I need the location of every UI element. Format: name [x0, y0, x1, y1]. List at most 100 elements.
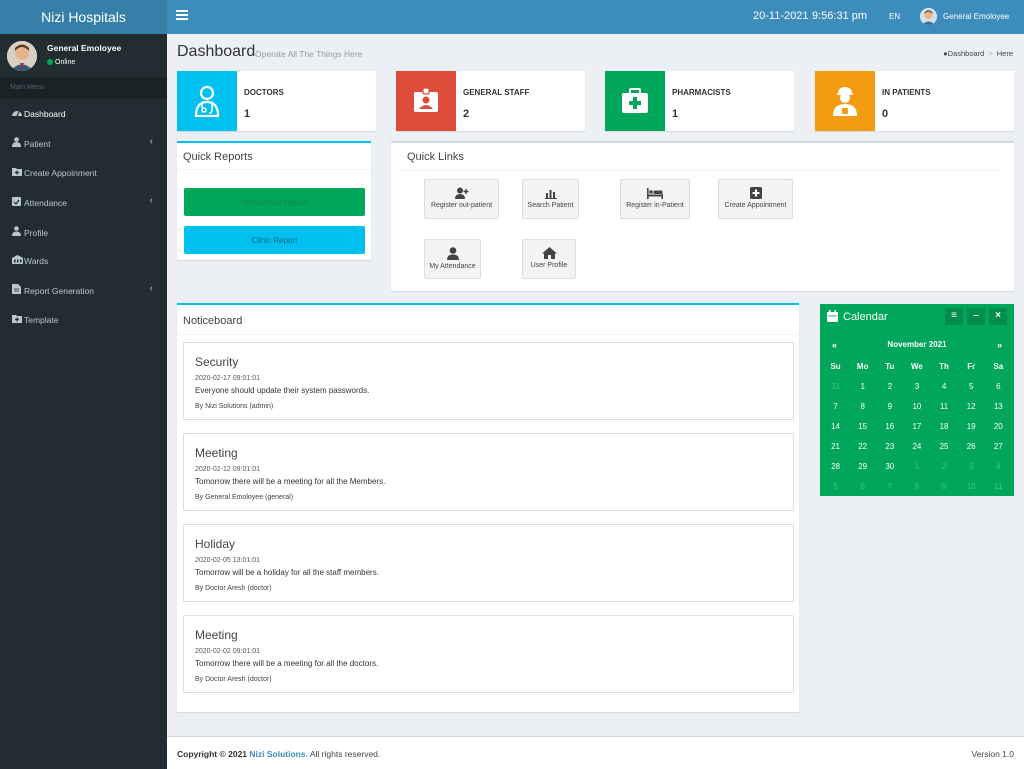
user-injured-icon	[12, 137, 22, 149]
folder-plus-icon	[12, 314, 22, 325]
calendar-weekday: Tu	[885, 362, 895, 371]
app-logo[interactable]: Nizi Hospitals	[0, 0, 167, 34]
header-avatar[interactable]	[920, 8, 937, 25]
calendar-day[interactable]: 5	[958, 377, 985, 397]
calendar-day[interactable]: 3	[903, 377, 930, 397]
tile-label: Register out-patient	[430, 202, 493, 209]
quick-reports-title: Quick Reports	[183, 151, 253, 163]
sidebar-item-create-appoinment[interactable]: Create Appoinment	[0, 158, 167, 187]
calendar-day[interactable]: 18	[931, 417, 958, 437]
calendar-day[interactable]: 19	[958, 417, 985, 437]
calendar-day[interactable]: 28	[822, 457, 849, 477]
info-box-pharmacists: PHARMACISTS 1	[605, 71, 794, 131]
info-box-label: DOCTORS	[244, 88, 284, 97]
calendar-collapse-button[interactable]: –	[967, 308, 985, 325]
language-selector[interactable]: EN	[889, 12, 900, 21]
calendar-day[interactable]: 8	[903, 477, 930, 497]
calendar-month[interactable]: November 2021	[820, 340, 1014, 349]
sidebar-item-wards[interactable]: Wards	[0, 246, 167, 275]
calendar-day[interactable]: 16	[876, 417, 903, 437]
notice-timestamp: 2020-02-12 09:01:01	[195, 466, 260, 473]
calendar-day[interactable]: 4	[985, 457, 1012, 477]
sidebar-item-dashboard[interactable]: Dashboard	[0, 99, 167, 128]
breadcrumb-dashboard[interactable]: Dashboard	[948, 49, 985, 58]
quick-links-title: Quick Links	[407, 151, 464, 163]
calendar-day[interactable]: 25	[931, 437, 958, 457]
calendar-day[interactable]: 3	[958, 457, 985, 477]
sidebar-item-patient[interactable]: Patient ‹	[0, 128, 167, 157]
calendar-day[interactable]: 9	[876, 397, 903, 417]
calendar-day[interactable]: 10	[958, 477, 985, 497]
page-title: Dashboard	[177, 43, 256, 60]
header-user-name[interactable]: General Emoloyee	[943, 12, 1009, 21]
calendar-day[interactable]: 30	[876, 457, 903, 477]
calendar-day[interactable]: 11	[985, 477, 1012, 497]
calendar-day[interactable]: 26	[958, 437, 985, 457]
calendar-day[interactable]: 29	[849, 457, 876, 477]
calendar-day[interactable]: 7	[822, 397, 849, 417]
calendar-day[interactable]: 5	[822, 477, 849, 497]
calendar-day[interactable]: 2	[876, 377, 903, 397]
breadcrumb-here: Here	[996, 49, 1013, 58]
sidebar-item-profile[interactable]: Profile	[0, 217, 167, 246]
calendar-day[interactable]: 17	[903, 417, 930, 437]
calendar-day[interactable]: 6	[985, 377, 1012, 397]
calendar-day[interactable]: 4	[931, 377, 958, 397]
dashboard-icon	[12, 108, 22, 119]
sidebar-item-label: Report Generation	[24, 286, 94, 297]
register-in-patient-tile[interactable]: Register in-Patient	[620, 179, 690, 219]
top-navbar: Nizi Hospitals 20-11-2021 9:56:31 pm EN …	[0, 0, 1024, 34]
calendar-day[interactable]: 1	[849, 377, 876, 397]
calendar-day[interactable]: 7	[876, 477, 903, 497]
register-out-patient-tile[interactable]: Register out-patient	[424, 179, 499, 219]
calendar-day[interactable]: 2	[931, 457, 958, 477]
calendar-menu-button[interactable]: ≡	[945, 308, 963, 325]
create-appointment-tile[interactable]: Create Appointment	[718, 179, 793, 219]
notice-title: Holiday	[195, 537, 236, 551]
calendar-day[interactable]: 6	[849, 477, 876, 497]
notice-card: Meeting 2020-02-02 09:01:01 Tomorrow there…	[183, 615, 794, 693]
calendar-day[interactable]: 27	[985, 437, 1012, 457]
calendar-day[interactable]: 14	[822, 417, 849, 437]
calendar-day[interactable]: 11	[931, 397, 958, 417]
copyright-suffix: All rights reserved.	[309, 749, 381, 759]
calendar-day[interactable]: 1	[903, 457, 930, 477]
quick-reports-box: Quick Reports Attendance Report Clinic R…	[177, 141, 371, 260]
calendar-next-button[interactable]: »	[997, 340, 1002, 350]
search-patient-tile[interactable]: Search Patient	[522, 179, 579, 219]
chevron-left-icon: ‹	[149, 283, 153, 295]
calendar-day[interactable]: 22	[849, 437, 876, 457]
sidebar-item-report-generation[interactable]: Report Generation ‹	[0, 275, 167, 304]
clinic-report-button[interactable]: Clinic Report	[184, 226, 365, 254]
my-attendance-tile[interactable]: My Attendance	[424, 239, 481, 279]
info-box-label: GENERAL STAFF	[463, 88, 530, 97]
sidebar-item-attendance[interactable]: Attendance ‹	[0, 187, 167, 216]
user-profile-tile[interactable]: User Profile	[522, 239, 576, 279]
calendar-title: Calendar	[843, 311, 888, 323]
sidebar-item-template[interactable]: Template	[0, 305, 167, 334]
info-box-value: 2	[463, 108, 470, 120]
attendance-report-button[interactable]: Attendance Report	[184, 188, 365, 216]
user-icon	[12, 225, 22, 238]
calendar-day[interactable]: 23	[876, 437, 903, 457]
sidebar-item-label: Create Appoinment	[24, 167, 97, 178]
calendar-close-button[interactable]: ×	[989, 308, 1007, 325]
calendar-day[interactable]: 9	[931, 477, 958, 497]
info-box-general-staff: GENERAL STAFF 2	[396, 71, 585, 131]
calendar-day[interactable]: 15	[849, 417, 876, 437]
online-status: Online	[47, 59, 75, 66]
calendar-day[interactable]: 13	[985, 397, 1012, 417]
calendar-day[interactable]: 24	[903, 437, 930, 457]
sidebar-toggle-icon[interactable]	[176, 10, 188, 22]
company-link[interactable]: Nizi Solutions.	[249, 749, 308, 759]
calendar-day[interactable]: 8	[849, 397, 876, 417]
calendar-day[interactable]: 20	[985, 417, 1012, 437]
calendar-day[interactable]: 21	[822, 437, 849, 457]
calendar-day[interactable]: 31	[822, 377, 849, 397]
calendar-day[interactable]: 12	[958, 397, 985, 417]
sidebar-item-label: Template	[24, 314, 59, 325]
calendar-day[interactable]: 10	[903, 397, 930, 417]
status-label: Online	[55, 59, 76, 66]
notice-body: Tomorrow there will be a meeting for all…	[195, 659, 379, 668]
noticeboard-title: Noticeboard	[183, 315, 243, 327]
